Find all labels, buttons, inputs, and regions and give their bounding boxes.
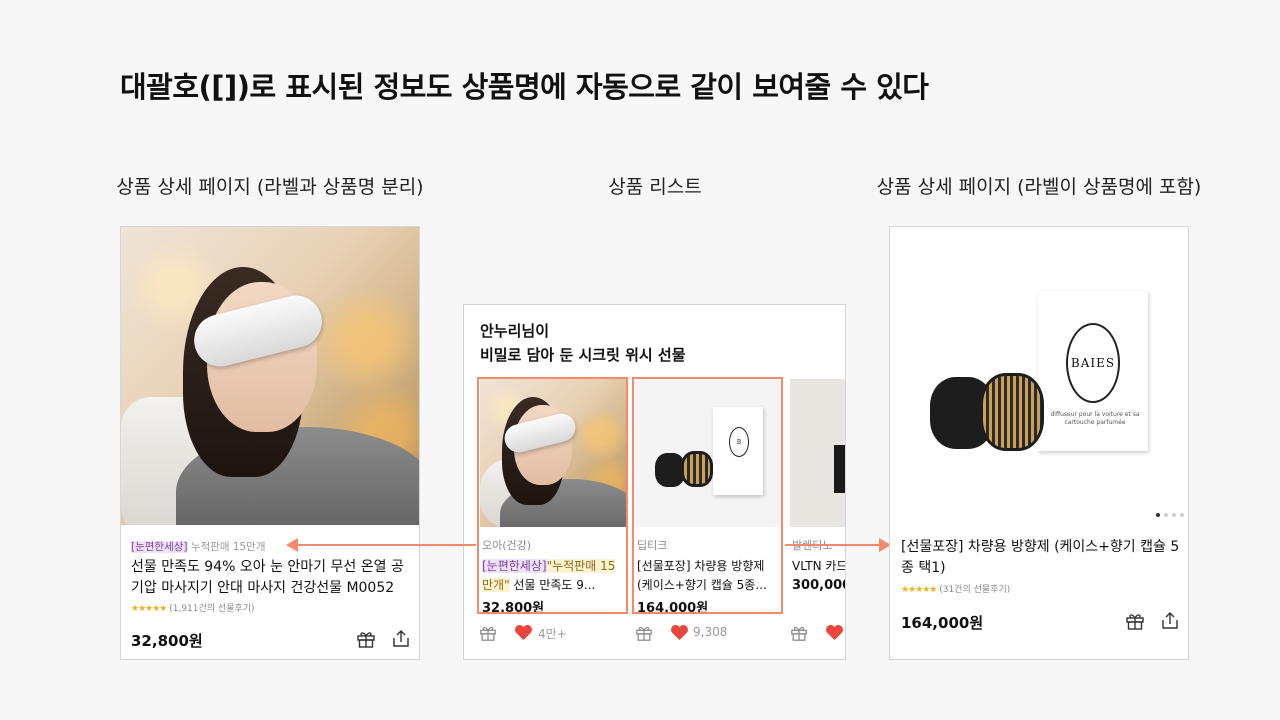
gift-icon[interactable] xyxy=(1125,611,1145,631)
slide-title: 대괄호([])로 표시된 정보도 상품명에 자동으로 같이 보여줄 수 있다 xyxy=(120,70,929,104)
highlight-box-item2 xyxy=(632,377,783,614)
like-count: 4만+ xyxy=(538,627,567,641)
rating-stars: ★★★★★ xyxy=(901,585,937,595)
list-heading-line2: 비밀로 담아 둔 시크릿 위시 선물 xyxy=(480,346,686,364)
product-name: 선물 만족도 94% 오아 눈 안마기 무선 온열 공기압 마사지기 안대 마사… xyxy=(131,559,404,596)
product-name: VLTN 카드 xyxy=(792,559,846,573)
heart-icon[interactable] xyxy=(670,624,689,641)
eye-massager-photo xyxy=(121,227,419,525)
heart-icon[interactable] xyxy=(514,624,533,641)
box-small-text: diffuseur pour la voiture et sa cartouch… xyxy=(1050,411,1140,426)
product-detail-card-left: [눈편한세상] 누적판매 15만개 선물 만족도 94% 오아 눈 안마기 무선… xyxy=(120,226,420,660)
arrow-right-line xyxy=(785,544,881,546)
product-thumbnail xyxy=(790,379,845,527)
tag-label: [눈편한세상] xyxy=(131,541,188,553)
gift-icon[interactable] xyxy=(356,629,376,649)
column-label-center: 상품 리스트 xyxy=(608,176,702,198)
column-label-right: 상품 상세 페이지 (라벨이 상품명에 포함) xyxy=(876,176,1202,198)
arrow-left-line xyxy=(296,544,476,546)
column-label-left: 상품 상세 페이지 (라벨과 상품명 분리) xyxy=(116,176,424,198)
heart-icon[interactable] xyxy=(825,624,844,641)
gift-icon[interactable] xyxy=(790,624,808,642)
highlight-box-item1 xyxy=(477,377,628,614)
like-count: 9,308 xyxy=(693,625,728,639)
review-count[interactable]: (1,911건의 선물후기) xyxy=(169,604,254,614)
rating-stars: ★★★★★ xyxy=(131,604,167,614)
share-icon[interactable] xyxy=(1160,611,1180,631)
price: 164,000원 xyxy=(901,614,984,632)
arrow-left-icon xyxy=(286,538,298,552)
carousel-dots[interactable] xyxy=(1156,513,1184,517)
gift-icon[interactable] xyxy=(479,624,497,642)
list-item[interactable]: 발렌티노 VLTN 카드 300,000 xyxy=(790,379,846,615)
product-name: [선물포장] 차량용 방향제 (케이스+향기 캡슐 5종 택1) xyxy=(901,539,1180,576)
product-detail-card-right: BAIES diffuseur pour la voiture et sa ca… xyxy=(889,226,1189,660)
box-brand-text: BAIES xyxy=(1066,323,1120,403)
price: 300,000 xyxy=(792,578,846,593)
list-heading-line1: 안누리님이 xyxy=(480,322,550,340)
tag-sales: 누적판매 15만개 xyxy=(190,541,266,553)
gift-icon[interactable] xyxy=(635,624,653,642)
review-count[interactable]: (31건의 선물후기) xyxy=(939,585,1010,595)
car-diffuser-photo: BAIES diffuseur pour la voiture et sa ca… xyxy=(890,227,1188,525)
price: 32,800원 xyxy=(131,632,203,650)
share-icon[interactable] xyxy=(391,629,411,649)
